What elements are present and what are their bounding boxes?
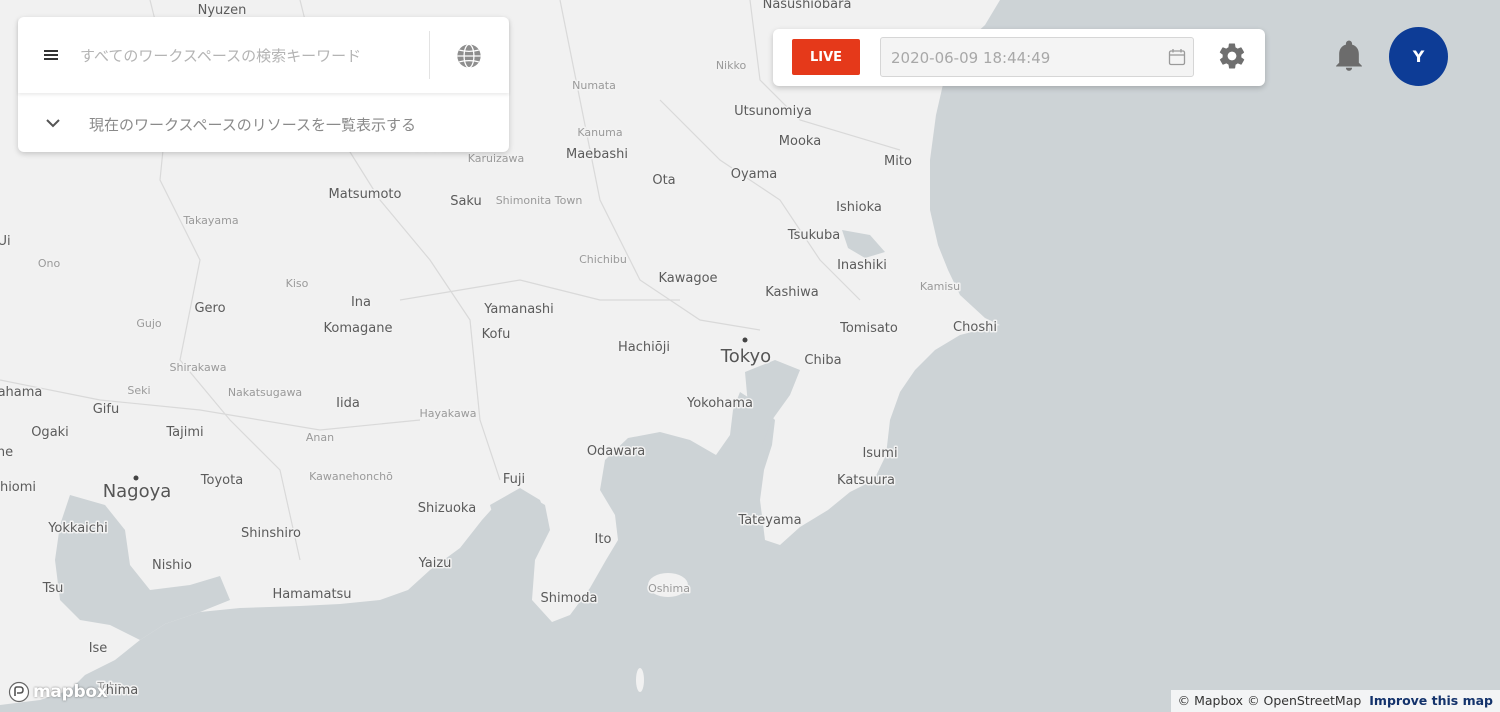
place-label: ahama	[0, 385, 42, 400]
place-label: Nasushiobara	[763, 0, 852, 12]
place-label: Kiso	[286, 277, 309, 290]
place-label: Nakatsugawa	[228, 386, 302, 399]
bell-icon[interactable]	[1334, 40, 1364, 72]
place-label: Ina	[351, 295, 371, 310]
mapbox-attribution-link[interactable]: © Mapbox	[1178, 693, 1243, 708]
datetime-input[interactable]	[889, 46, 1153, 70]
place-label: Kawagoe	[658, 271, 717, 286]
place-label: Kashiwa	[765, 285, 819, 300]
place-label: Shimoda	[541, 591, 598, 606]
place-label: Yamanashi	[483, 302, 554, 317]
place-label: Fuji	[503, 472, 525, 487]
search-panel: 現在のワークスペースのリソースを一覧表示する	[18, 17, 509, 152]
place-label: Matsumoto	[329, 187, 402, 202]
place-label: Hamamatsu	[272, 587, 351, 602]
place-label: Ishioka	[836, 200, 882, 215]
place-label: Tsu	[42, 581, 64, 596]
place-label: Yokohama	[686, 396, 753, 411]
place-label: Utsunomiya	[734, 104, 812, 119]
place-label: Saku	[450, 194, 482, 209]
place-label: Yokkaichi	[47, 521, 108, 536]
place-label: Maebashi	[566, 147, 628, 162]
place-label: Nikko	[716, 59, 747, 72]
attribution-bar: © Mapbox © OpenStreetMap Improve this ma…	[1170, 690, 1500, 712]
place-label: Seki	[127, 384, 150, 397]
place-label: Gujo	[136, 317, 162, 330]
improve-map-link[interactable]: Improve this map	[1369, 693, 1493, 708]
place-label: hiomi	[0, 480, 36, 495]
globe-icon[interactable]	[455, 42, 483, 70]
place-label: Ono	[38, 257, 61, 270]
place-label: Tateyama	[737, 513, 801, 528]
place-label: Oshima	[648, 582, 690, 595]
small-island	[636, 668, 644, 692]
place-label: Chiba	[804, 353, 841, 368]
place-label: Ogaki	[31, 425, 69, 440]
place-label: Mooka	[779, 134, 821, 149]
place-label: Isumi	[862, 446, 897, 461]
place-label: Gifu	[93, 402, 120, 417]
place-label: Hayakawa	[420, 407, 477, 420]
place-label: Nyuzen	[198, 3, 247, 18]
list-resources-label: 現在のワークスペースのリソースを一覧表示する	[89, 116, 417, 134]
place-label: Kamisu	[920, 280, 960, 293]
menu-icon[interactable]	[44, 50, 58, 60]
place-label: Hachiōji	[618, 340, 670, 355]
place-label: Ito	[595, 532, 612, 547]
mapbox-logo[interactable]: mapbox	[8, 681, 108, 703]
tokyo-dot	[742, 337, 748, 343]
gear-icon[interactable]	[1217, 41, 1247, 71]
place-label: Shimonita Town	[496, 194, 583, 207]
place-label: Chichibu	[579, 253, 627, 266]
search-row	[18, 17, 509, 93]
place-label: Kofu	[482, 327, 511, 342]
place-label: Nagoya	[103, 481, 172, 502]
place-label: Yaizu	[418, 556, 452, 571]
chevron-down-icon	[46, 119, 60, 128]
place-label: hima	[106, 683, 138, 698]
mapbox-logo-text: mapbox	[33, 682, 108, 702]
place-label: Karuizawa	[468, 152, 525, 165]
mapbox-logo-icon	[8, 681, 30, 703]
place-label: Tokyo	[720, 346, 771, 367]
place-label: Mito	[884, 154, 912, 169]
place-label: Numata	[572, 79, 616, 92]
place-label: Ui	[0, 234, 11, 249]
place-label: ne	[0, 445, 13, 460]
place-label: Tsukuba	[787, 228, 840, 243]
osm-attribution-link[interactable]: © OpenStreetMap	[1247, 693, 1361, 708]
place-label: Katsuura	[837, 473, 895, 488]
place-label: Komagane	[324, 321, 393, 336]
place-label: Iida	[336, 396, 360, 411]
avatar[interactable]: Y	[1389, 27, 1448, 86]
datetime-field[interactable]	[880, 37, 1194, 77]
calendar-icon[interactable]	[1168, 48, 1186, 66]
place-label: Gero	[194, 301, 225, 316]
place-label: Tomisato	[839, 321, 898, 336]
place-label: Odawara	[587, 444, 645, 459]
place-label: Anan	[306, 431, 334, 444]
live-button[interactable]: LIVE	[792, 39, 860, 75]
live-panel: LIVE	[773, 29, 1265, 86]
place-label: Shinshiro	[241, 526, 301, 541]
place-label: Ota	[652, 173, 675, 188]
nagoya-dot	[133, 475, 139, 481]
list-resources-toggle[interactable]: 現在のワークスペースのリソースを一覧表示する	[18, 95, 509, 152]
place-label: Shirakawa	[170, 361, 227, 374]
place-label: Kanuma	[577, 126, 622, 139]
place-label: Toyota	[200, 473, 243, 488]
place-label: Ise	[89, 641, 108, 656]
place-label: Kawanehonchō	[309, 470, 393, 483]
divider	[429, 31, 430, 79]
place-label: Inashiki	[837, 258, 887, 273]
place-label: Tajimi	[165, 425, 203, 440]
place-label: Oyama	[731, 167, 778, 182]
place-label: Choshi	[953, 320, 997, 335]
place-label: Shizuoka	[418, 501, 476, 516]
place-label: Nishio	[152, 558, 192, 573]
search-input[interactable]	[78, 39, 422, 73]
place-label: Takayama	[182, 214, 238, 227]
